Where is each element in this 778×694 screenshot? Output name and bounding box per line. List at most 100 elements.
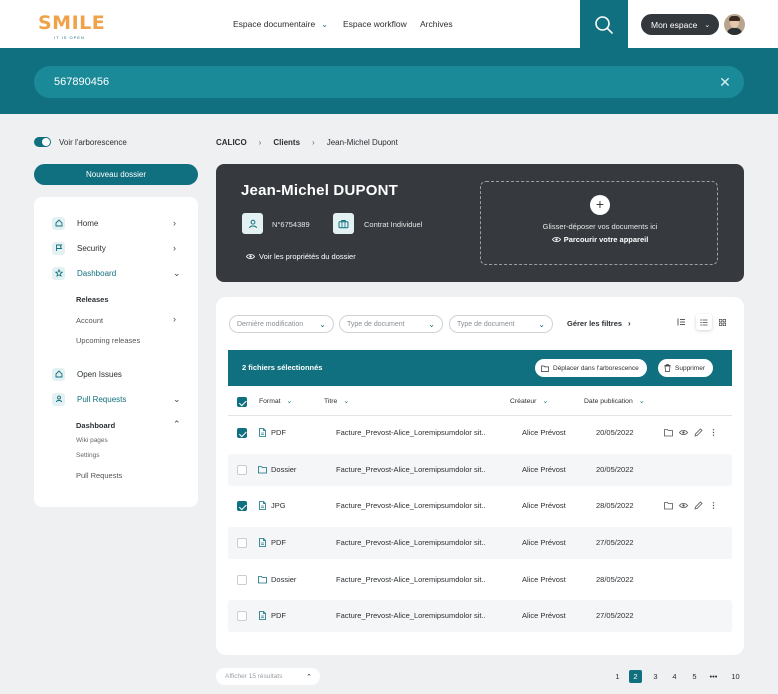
nav-espace-workflow[interactable]: Espace workflow	[343, 0, 407, 48]
filter-document-type[interactable]: Type de document ⌄	[339, 315, 443, 333]
page-button[interactable]: 5	[688, 670, 701, 683]
file-icon	[259, 538, 266, 547]
mon-espace-button[interactable]: Mon espace ⌄	[641, 14, 719, 35]
filter-placeholder: Dernière modification	[237, 320, 304, 328]
search-toggle-button[interactable]	[580, 0, 628, 49]
sidebar-item-home[interactable]: Home ›	[34, 213, 198, 233]
breadcrumb-item[interactable]: CALICO	[216, 138, 247, 147]
page-button[interactable]: 2	[629, 670, 642, 683]
document-dropzone[interactable]: + Glisser-déposer vos documents ici Parc…	[480, 181, 718, 265]
row-checkbox[interactable]	[237, 538, 247, 548]
chevron-down-icon: ⌄	[428, 319, 435, 329]
cell-format: PDF	[271, 611, 286, 620]
row-checkbox[interactable]	[237, 575, 247, 585]
new-folder-button[interactable]: Nouveau dossier	[34, 164, 198, 185]
filter-last-modified[interactable]: Dernière modification ⌄	[229, 315, 334, 333]
chevron-right-icon: ›	[628, 319, 631, 328]
more-vertical-icon[interactable]	[709, 501, 718, 510]
sidebar-subitem-wiki-pages[interactable]: Wiki pages	[76, 437, 108, 444]
column-header-label: Date publication	[584, 397, 633, 405]
page-button[interactable]: 3	[649, 670, 662, 683]
table-row[interactable]: Dossier Facture_Prevost-Alice_Loremipsumd…	[228, 454, 732, 486]
sidebar-subitem-settings[interactable]: Settings	[76, 452, 100, 459]
close-icon[interactable]: ✕	[718, 75, 732, 89]
row-checkbox[interactable]	[237, 428, 247, 438]
table-row[interactable]: JPG Facture_Prevost-Alice_Loremipsumdolor…	[228, 490, 732, 522]
page-button[interactable]: 1	[611, 670, 624, 683]
search-bar: ✕	[34, 66, 744, 98]
sidebar-nav: Home › Security › Dashboard ⌄ Releases A…	[34, 197, 198, 507]
top-bar: SMILE IT IS OPEN Espace documentaire ⌄ E…	[0, 0, 778, 49]
row-checkbox[interactable]	[237, 611, 247, 621]
nav-label: Archives	[420, 19, 453, 29]
flag-icon	[52, 241, 65, 255]
table-row[interactable]: PDF Facture_Prevost-Alice_Loremipsumdolor…	[228, 417, 732, 449]
sidebar-item-pull-requests[interactable]: Pull Requests ⌄	[34, 389, 198, 409]
delete-button[interactable]: Supprimer	[658, 359, 713, 377]
page-button[interactable]: 4	[668, 670, 681, 683]
page-button[interactable]: 10	[729, 670, 742, 683]
move-to-tree-button[interactable]: Déplacer dans l'arborescence	[535, 359, 647, 377]
sidebar-subitem-dashboard[interactable]: Dashboard	[76, 421, 115, 430]
more-vertical-icon[interactable]	[709, 428, 718, 437]
folder-move-icon[interactable]	[664, 428, 673, 437]
column-header-format[interactable]: Format ⌄	[259, 397, 292, 406]
nav-espace-documentaire[interactable]: Espace documentaire ⌄	[233, 0, 328, 48]
chevron-down-icon: ⌄	[173, 267, 181, 278]
sidebar-subitem-pull-requests[interactable]: Pull Requests	[76, 471, 122, 480]
eye-icon[interactable]	[679, 501, 688, 510]
tree-view-icon[interactable]	[673, 314, 689, 330]
cell-creator: Alice Prévost	[522, 611, 566, 620]
list-view-icon[interactable]	[696, 314, 712, 330]
column-header-title[interactable]: Titre ⌄	[324, 397, 349, 406]
browse-device-link[interactable]: Parcourir votre appareil	[481, 235, 719, 244]
smile-logo[interactable]: SMILE IT IS OPEN	[36, 10, 105, 40]
chevron-down-icon: ⌄	[638, 398, 645, 405]
chevron-right-icon: ›	[173, 314, 176, 324]
sidebar-item-label: Pull Requests	[77, 394, 127, 404]
column-header-date[interactable]: Date publication ⌄	[584, 397, 645, 406]
tree-toggle-row[interactable]: Voir l'arborescence	[34, 137, 127, 147]
sidebar-subitem-account[interactable]: Account	[76, 316, 103, 325]
view-properties-link[interactable]: Voir les propriétés du dossier	[246, 252, 356, 261]
select-all-checkbox[interactable]	[237, 397, 247, 407]
results-per-page-select[interactable]: Afficher 15 résultats ⌃	[216, 668, 320, 685]
cell-title: Facture_Prevost-Alice_Loremipsumdolor si…	[336, 428, 486, 437]
logo-tagline: IT IS OPEN	[54, 35, 85, 40]
sidebar-item-security[interactable]: Security ›	[34, 238, 198, 258]
plus-icon[interactable]: +	[590, 195, 610, 215]
chevron-down-icon: ⌄	[542, 398, 549, 405]
dossier-title: Jean-Michel DUPONT	[241, 182, 398, 199]
column-header-creator[interactable]: Créateur ⌄	[510, 397, 549, 406]
grid-view-icon[interactable]	[714, 314, 730, 330]
nav-label: Espace documentaire	[233, 19, 316, 29]
sidebar-subitem-releases[interactable]: Releases	[76, 295, 109, 304]
table-row[interactable]: PDF Facture_Prevost-Alice_Loremipsumdolor…	[228, 600, 732, 632]
folder-move-icon[interactable]	[664, 501, 673, 510]
sidebar-item-dashboard[interactable]: Dashboard ⌄	[34, 263, 198, 283]
cell-format: Dossier	[271, 575, 297, 584]
briefcase-icon	[333, 213, 354, 234]
new-folder-label: Nouveau dossier	[85, 170, 147, 179]
folder-move-icon	[541, 365, 549, 372]
cell-format: Dossier	[271, 465, 297, 474]
search-input[interactable]	[54, 76, 654, 88]
folder-icon	[258, 466, 267, 474]
pencil-icon[interactable]	[694, 428, 703, 437]
avatar[interactable]	[724, 14, 745, 35]
breadcrumb-item[interactable]: Clients	[273, 138, 300, 147]
table-row[interactable]: PDF Facture_Prevost-Alice_Loremipsumdolor…	[228, 527, 732, 559]
nav-archives[interactable]: Archives	[420, 0, 453, 48]
sidebar-subitem-upcoming-releases[interactable]: Upcoming releases	[76, 336, 140, 345]
breadcrumb-current: Jean-Michel Dupont	[326, 138, 398, 147]
eye-icon[interactable]	[679, 428, 688, 437]
manage-filters-button[interactable]: Gérer les filtres ›	[567, 319, 631, 328]
row-checkbox[interactable]	[237, 465, 247, 475]
row-checkbox[interactable]	[237, 501, 247, 511]
sidebar-item-open-issues[interactable]: Open Issues	[34, 364, 198, 384]
tree-toggle-switch[interactable]	[34, 137, 51, 147]
filter-document-type-2[interactable]: Type de document ⌄	[449, 315, 553, 333]
pencil-icon[interactable]	[694, 501, 703, 510]
sidebar-item-label: Dashboard	[77, 268, 117, 278]
table-row[interactable]: Dossier Facture_Prevost-Alice_Loremipsumd…	[228, 564, 732, 596]
